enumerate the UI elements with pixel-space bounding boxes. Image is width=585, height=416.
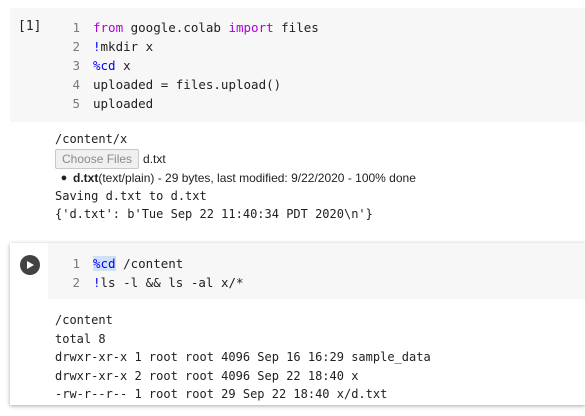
- code-line: 1 from google.colab import files: [50, 18, 319, 37]
- choose-files-button[interactable]: Choose Files: [55, 149, 140, 169]
- code-token: uploaded = files.upload(): [93, 77, 282, 92]
- code-editor-1[interactable]: 1 from google.colab import files 2! mkdir x…: [50, 18, 319, 113]
- code-editor-2[interactable]: 1 %cd /content 2! ls -l && ls -al x/*: [50, 254, 244, 292]
- code-token: %cd: [93, 58, 116, 73]
- play-icon: [27, 261, 34, 269]
- notebook: [1] 1 from google.colab import files 2! mkd…: [0, 0, 585, 416]
- code-token: import: [228, 20, 274, 35]
- code-line: 1 %cd /content: [50, 254, 244, 273]
- code-token: !: [93, 275, 101, 290]
- output-line: drwxr-xr-x 1 root root 4096 Sep 16 16:29…: [55, 350, 431, 364]
- code-token: x: [115, 58, 131, 73]
- output-line: drwxr-xr-x 2 root root 4096 Sep 22 18:40…: [55, 368, 359, 383]
- cell-2-output: /content total 8 drwxr-xr-x 1 root root 40…: [55, 311, 575, 404]
- code-token: mkdir x: [100, 39, 154, 54]
- output-result: {'d.txt': b'Tue Sep 22 11:40:34 PDT 2020…: [55, 207, 373, 221]
- code-token: uploaded: [93, 96, 154, 111]
- cell-1-output: /content/x Choose Files d.txt ● d.txt (t…: [55, 130, 575, 224]
- uploaded-file-details: (text/plain) - 29 bytes, last modified: …: [98, 171, 416, 185]
- code-token: /content: [115, 256, 184, 271]
- uploaded-file-name: d.txt: [73, 171, 99, 185]
- line-number: 2: [72, 275, 80, 290]
- code-token: %cd: [93, 256, 116, 271]
- code-cell-1[interactable]: [1] 1 from google.colab import files 2! mkd…: [10, 8, 585, 122]
- code-line: 2! ls -l && ls -al x/*: [50, 273, 244, 292]
- output-line: total 8: [55, 331, 106, 346]
- line-number: 4: [72, 77, 80, 92]
- output-cwd: /content/x: [55, 132, 128, 146]
- code-line: 5 uploaded: [50, 94, 319, 113]
- line-number: 1: [72, 256, 80, 271]
- output-line: /content: [55, 313, 113, 327]
- code-token: google.colab: [123, 20, 229, 35]
- code-token: from: [93, 20, 124, 35]
- output-saving: Saving d.txt to d.txt: [55, 188, 207, 203]
- upload-status-item: ● d.txt (text/plain) - 29 bytes, last mo…: [55, 170, 575, 187]
- run-cell-button[interactable]: [20, 255, 40, 275]
- line-number: 5: [72, 96, 80, 111]
- code-line: 2! mkdir x: [50, 37, 319, 56]
- code-cell-2[interactable]: 1 %cd /content 2! ls -l && ls -al x/*: [10, 243, 585, 299]
- chosen-file-name: d.txt: [143, 152, 166, 166]
- code-token: ls -l && ls -al x/*: [100, 275, 244, 290]
- code-line: 4 uploaded = files.upload(): [50, 75, 319, 94]
- cell-2-gutter: [10, 243, 48, 299]
- code-line: 3 %cd x: [50, 56, 319, 75]
- file-upload-widget: Choose Files d.txt: [55, 149, 575, 169]
- line-number: 2: [72, 39, 80, 54]
- code-token: !: [93, 39, 101, 54]
- line-number: 1: [72, 20, 80, 35]
- execution-count: [1]: [18, 19, 42, 34]
- line-number: 3: [72, 58, 80, 73]
- code-token: files: [273, 20, 319, 35]
- output-line: -rw-r--r-- 1 root root 29 Sep 22 18:40 x…: [55, 387, 388, 401]
- bullet-icon: ●: [60, 172, 68, 184]
